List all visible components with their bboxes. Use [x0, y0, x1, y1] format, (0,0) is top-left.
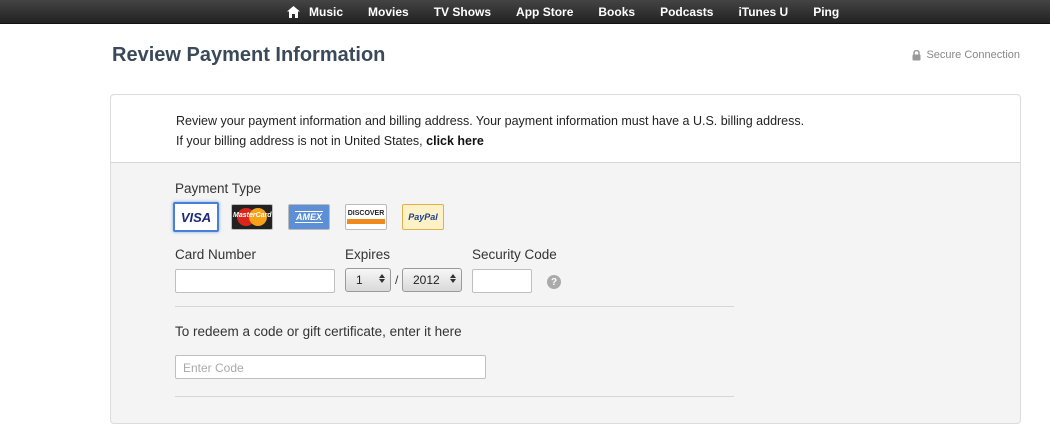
amex-card-option[interactable]: AMEX: [288, 204, 330, 230]
redeem-code-label: To redeem a code or gift certificate, en…: [175, 324, 462, 339]
card-number-label: Card Number: [175, 247, 257, 262]
intro-section: Review your payment information and bill…: [111, 95, 1020, 163]
paypal-logo: PayPal: [408, 212, 438, 222]
expires-separator: /: [395, 273, 399, 287]
redeem-code-placeholder: Enter Code: [183, 361, 244, 375]
click-here-link[interactable]: click here: [426, 134, 484, 148]
nav-item-ping[interactable]: Ping: [813, 0, 839, 24]
intro-text: Review your payment information and bill…: [176, 114, 805, 128]
top-nav-bar: Music Movies TV Shows App Store Books Po…: [0, 0, 1050, 24]
expires-month-select[interactable]: 1: [345, 268, 391, 292]
secure-connection-indicator: Secure Connection: [912, 49, 1020, 61]
mastercard-card-option[interactable]: MasterCard: [231, 204, 273, 230]
discover-card-option[interactable]: DISCOVER: [345, 204, 387, 230]
amex-logo: AMEX: [294, 211, 323, 223]
nav-item-itunes-u[interactable]: iTunes U: [738, 0, 788, 24]
mastercard-logo: MasterCard: [232, 206, 272, 228]
nav-item-movies[interactable]: Movies: [368, 0, 409, 24]
card-number-input[interactable]: [175, 269, 335, 293]
visa-logo: VISA: [180, 209, 212, 225]
help-icon[interactable]: ?: [547, 275, 561, 289]
nav-item-books[interactable]: Books: [598, 0, 635, 24]
nav-item-podcasts[interactable]: Podcasts: [660, 0, 713, 24]
home-icon[interactable]: [286, 0, 300, 24]
divider: [175, 396, 734, 397]
visa-card-option[interactable]: VISA: [173, 202, 219, 232]
nav-item-app-store[interactable]: App Store: [516, 0, 573, 24]
security-code-input[interactable]: [472, 269, 532, 293]
lock-icon: [912, 49, 921, 60]
nav-item-tv-shows[interactable]: TV Shows: [434, 0, 491, 24]
paypal-card-option[interactable]: PayPal: [402, 204, 444, 230]
payment-type-options: VISA MasterCard AMEX DISCOVER PayPal: [173, 202, 444, 232]
security-code-label: Security Code: [472, 247, 557, 262]
expires-month-value: 1: [356, 273, 363, 287]
expires-year-select[interactable]: 2012: [402, 268, 462, 292]
secure-connection-label: Secure Connection: [926, 49, 1020, 61]
expires-year-value: 2012: [413, 273, 440, 287]
payment-type-label: Payment Type: [175, 181, 262, 196]
billing-address-text: If your billing address is not in United…: [176, 134, 423, 148]
page-title: Review Payment Information: [112, 44, 386, 66]
select-arrows-icon: [379, 274, 385, 283]
expires-label: Expires: [345, 247, 391, 262]
nav-item-music[interactable]: Music: [309, 0, 343, 24]
discover-logo: DISCOVER: [347, 210, 385, 217]
divider: [175, 306, 734, 307]
billing-address-note: If your billing address is not in United…: [176, 134, 484, 148]
select-arrows-icon: [450, 274, 456, 283]
redeem-code-input[interactable]: Enter Code: [175, 355, 486, 379]
top-nav-items: Music Movies TV Shows App Store Books Po…: [286, 0, 864, 24]
payment-panel: Review your payment information and bill…: [110, 94, 1021, 424]
